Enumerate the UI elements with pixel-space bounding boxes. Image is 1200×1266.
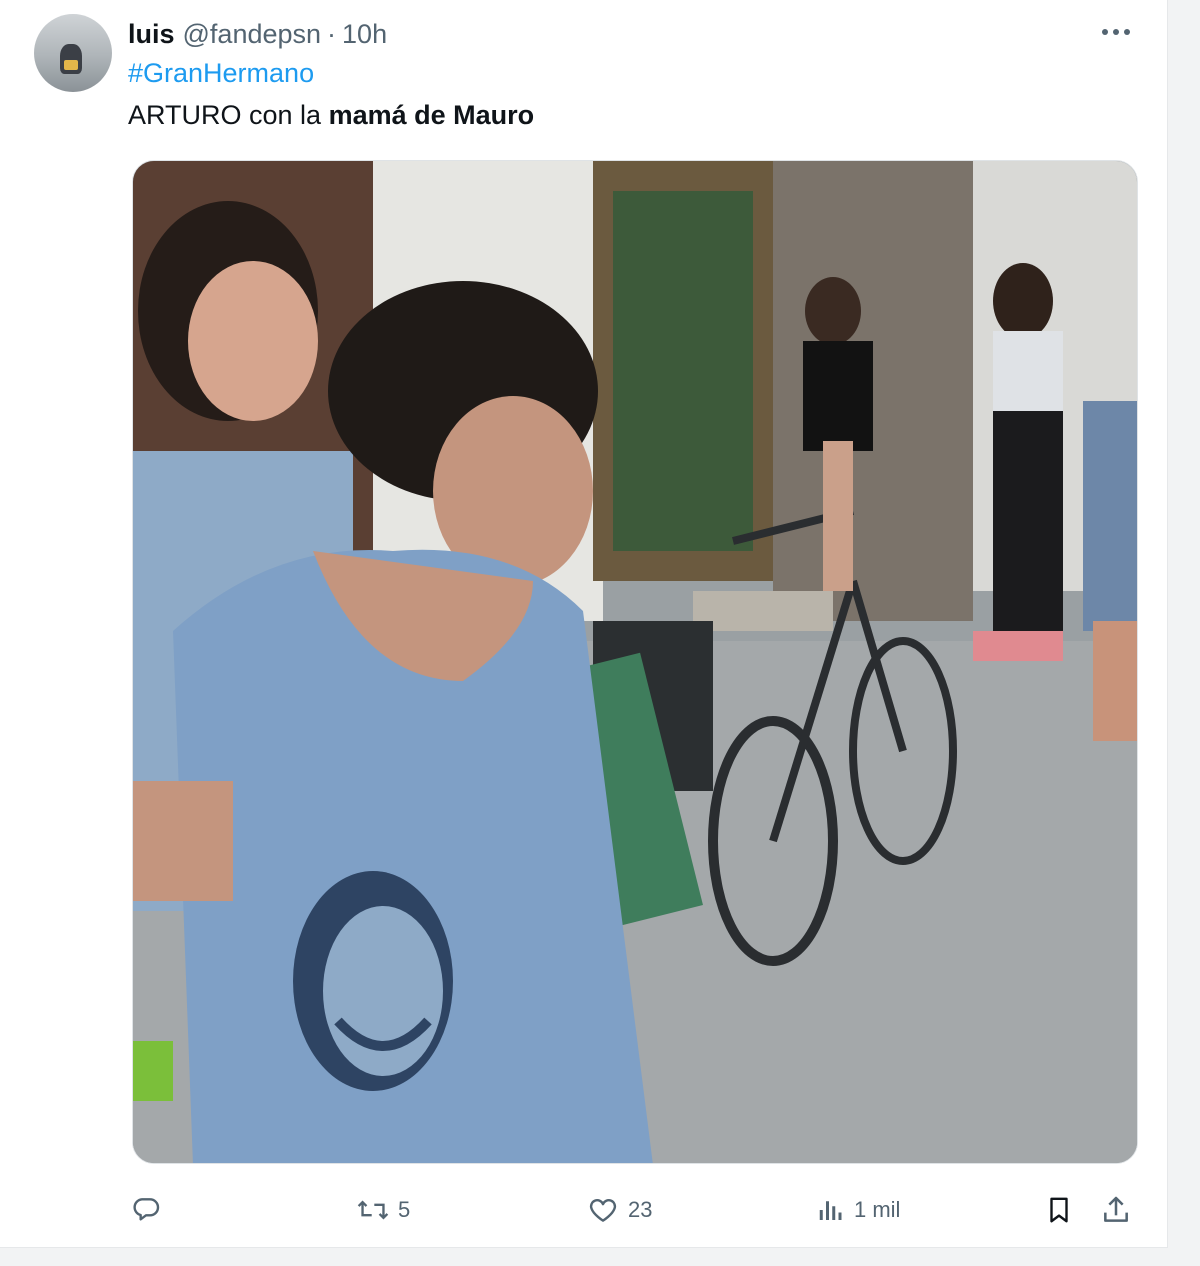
bookmark-button[interactable] [1044, 1186, 1074, 1234]
author-handle[interactable]: @fandepsn [183, 19, 322, 50]
bookmark-icon [1050, 1197, 1068, 1223]
retweet-count: 5 [398, 1197, 411, 1222]
views-button[interactable]: 1 mil [816, 1186, 900, 1234]
author-name[interactable]: luis [128, 19, 175, 50]
tweet-text: ARTURO con la mamá de Mauro [128, 100, 534, 131]
avatar[interactable] [34, 14, 112, 92]
views-chart-icon [819, 1201, 842, 1220]
share-icon [1104, 1196, 1128, 1222]
hashtag-link[interactable]: #GranHermano [128, 58, 314, 89]
tweet-text-bold: mamá de Mauro [328, 100, 535, 130]
reply-icon [133, 1198, 160, 1221]
like-button[interactable]: 23 [586, 1186, 652, 1234]
avatar-accent [64, 60, 78, 70]
views-count: 1 mil [854, 1197, 901, 1222]
tweet-time[interactable]: 10h [342, 19, 387, 50]
tweet-card[interactable]: luis @fandepsn · 10h #GranHermano ARTURO… [0, 0, 1168, 1248]
separator-dot: · [327, 18, 337, 49]
retweet-icon [357, 1200, 389, 1220]
tweet-actions: 5 23 1 mil [128, 1186, 1138, 1234]
photo-image [133, 161, 1137, 1163]
reply-button[interactable] [130, 1186, 170, 1234]
tweet-photo[interactable] [132, 160, 1138, 1164]
more-horizontal-icon [1102, 29, 1130, 35]
tweet-text-normal: ARTURO con la [128, 100, 329, 130]
more-options-button[interactable] [1099, 20, 1133, 44]
retweet-button[interactable]: 5 [356, 1186, 410, 1234]
like-count: 23 [628, 1197, 653, 1222]
heart-icon [589, 1199, 617, 1222]
tweet-header: luis @fandepsn · 10h [128, 18, 387, 50]
share-button[interactable] [1100, 1186, 1132, 1234]
